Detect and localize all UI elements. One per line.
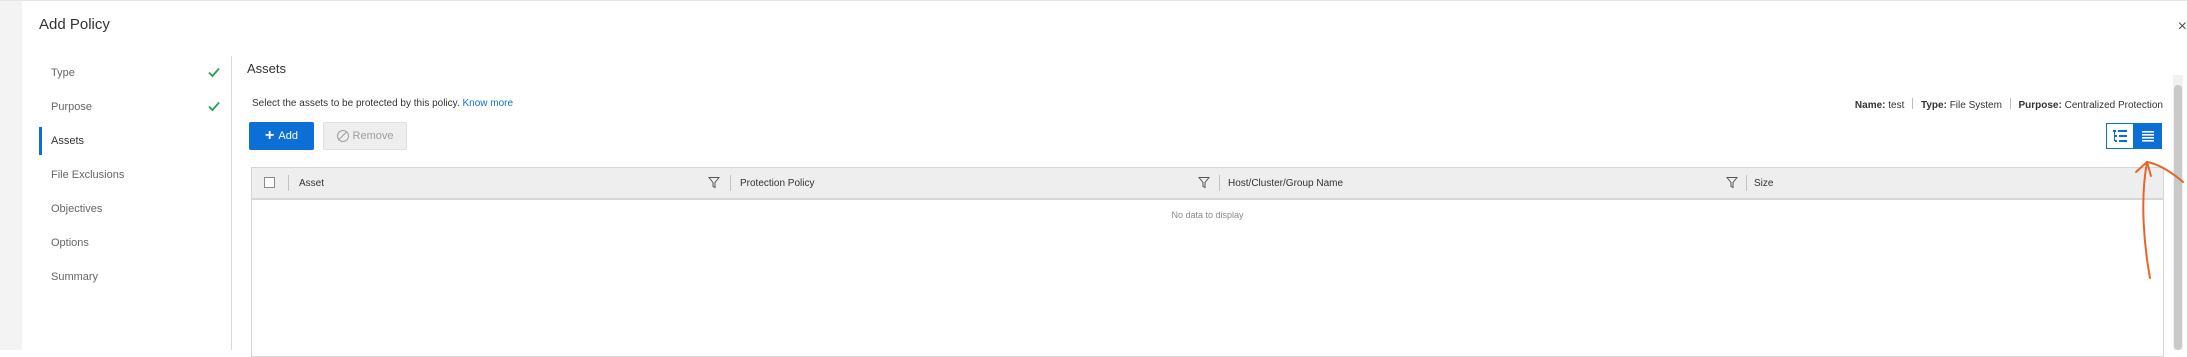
step-assets[interactable]: Assets — [39, 124, 229, 158]
assets-description: Select the assets to be protected by thi… — [252, 98, 513, 109]
left-edge-strip — [0, 0, 22, 350]
wizard-steps: Type Purpose Assets File Exclusions Obje… — [39, 56, 229, 294]
top-divider — [0, 0, 2187, 1]
purpose-label: Purpose: — [2018, 100, 2062, 111]
tree-view-icon — [2113, 130, 2127, 142]
scrollbar-thumb[interactable] — [2174, 85, 2182, 350]
table-header: Asset Protection Policy Host/Cluster/Gro… — [252, 168, 2163, 200]
column-header-asset[interactable]: Asset — [299, 168, 324, 198]
step-label: Purpose — [51, 101, 92, 113]
column-separator — [1219, 175, 1220, 191]
list-view-button[interactable] — [2134, 123, 2162, 149]
step-label: Options — [51, 237, 89, 249]
purpose-value: Centralized Protection — [2064, 100, 2163, 111]
step-summary[interactable]: Summary — [39, 260, 229, 294]
summary-separator — [2009, 98, 2011, 109]
add-button[interactable]: + Add — [249, 122, 314, 150]
type-value: File System — [1949, 100, 2002, 111]
column-header-host-cluster-group-name[interactable]: Host/Cluster/Group Name — [1228, 168, 1343, 198]
check-icon — [208, 101, 220, 112]
close-icon[interactable]: × — [2178, 18, 2187, 36]
remove-button[interactable]: Remove — [323, 122, 407, 150]
policy-summary: Name: test Type: File System Purpose: Ce… — [1855, 98, 2163, 111]
step-type[interactable]: Type — [39, 56, 229, 90]
list-view-icon — [2142, 131, 2154, 142]
steps-divider — [231, 56, 232, 350]
description-text: Select the assets to be protected by thi… — [252, 98, 460, 109]
column-separator — [288, 175, 289, 191]
check-icon — [208, 67, 220, 78]
section-title: Assets — [247, 61, 287, 76]
name-label: Name: — [1854, 100, 1886, 111]
vertical-scrollbar[interactable] — [2173, 75, 2183, 350]
step-objectives[interactable]: Objectives — [39, 192, 229, 226]
column-header-protection-policy[interactable]: Protection Policy — [740, 168, 814, 198]
assets-table: Asset Protection Policy Host/Cluster/Gro… — [251, 167, 2164, 357]
summary-separator — [1912, 98, 1914, 109]
filter-icon[interactable] — [1198, 176, 1210, 189]
step-label: File Exclusions — [51, 169, 125, 181]
step-label: Assets — [51, 135, 85, 147]
add-button-label: Add — [278, 130, 298, 142]
remove-button-label: Remove — [352, 130, 394, 142]
view-toggle — [2106, 123, 2162, 149]
column-separator — [1746, 175, 1747, 191]
empty-state-text: No data to display — [1171, 210, 1244, 220]
step-label: Type — [51, 67, 75, 79]
tree-view-button[interactable] — [2106, 123, 2134, 149]
step-purpose[interactable]: Purpose — [39, 90, 229, 124]
plus-icon: + — [265, 127, 275, 144]
dialog-title: Add Policy — [39, 16, 110, 33]
step-options[interactable]: Options — [39, 226, 229, 260]
step-label: Summary — [51, 271, 99, 283]
filter-icon[interactable] — [1726, 176, 1738, 189]
column-header-size[interactable]: Size — [1754, 168, 1773, 198]
select-all-checkbox[interactable] — [264, 177, 275, 188]
filter-icon[interactable] — [708, 176, 720, 189]
ban-icon — [336, 130, 349, 142]
type-label: Type: — [1920, 100, 1947, 111]
step-file-exclusions[interactable]: File Exclusions — [39, 158, 229, 192]
step-label: Objectives — [51, 203, 103, 215]
column-separator — [730, 175, 731, 191]
know-more-link[interactable]: Know more — [463, 98, 514, 109]
name-value: test — [1888, 100, 1905, 111]
